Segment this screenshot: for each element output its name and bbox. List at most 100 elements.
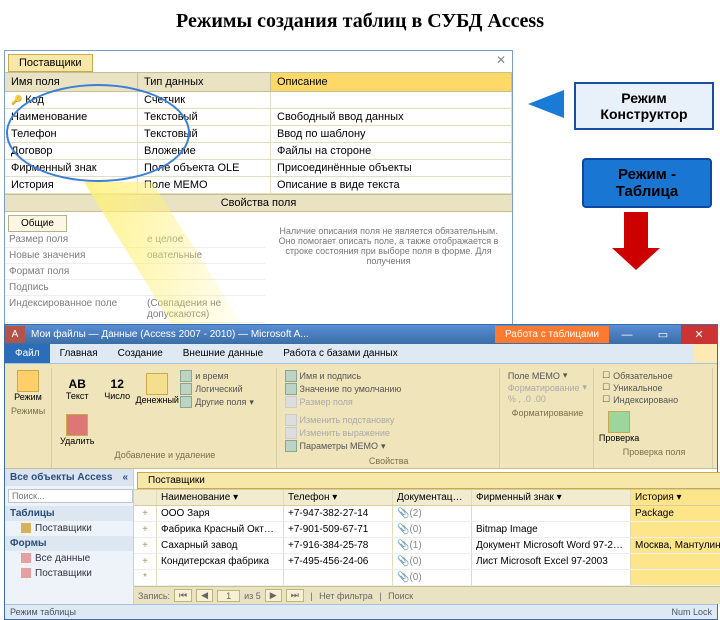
tab-external-data[interactable]: Внешние данные [173,344,273,363]
delete-field-button[interactable]: Удалить [60,414,94,446]
property-row[interactable]: Новые значенияовательные [5,248,265,264]
window-titlebar: A Мои файлы — Данные (Access 2007 - 2010… [5,325,717,344]
field-row[interactable]: ТелефонТекстовыйВвод по шаблону [5,126,512,143]
ribbon-tabs: Файл Главная Создание Внешние данные Раб… [5,344,717,364]
property-row[interactable]: Размер поляе целое [5,232,265,248]
nav-category-forms[interactable]: Формы [5,536,133,551]
prev-record-button[interactable]: ◀ [196,589,213,602]
tab-file[interactable]: Файл [5,344,50,363]
col-name[interactable]: Наименование ▾ [157,490,284,505]
memo-params-button[interactable]: Параметры MEMO ▾ [285,440,395,452]
ribbon-group-views: Режим Режимы [9,368,52,468]
minimize-button[interactable]: — [609,326,645,344]
col-field-name: Имя поля [5,73,138,91]
tab-home[interactable]: Главная [50,344,108,363]
field-row[interactable]: ДоговорВложениеФайлы на стороне [5,143,512,160]
datasheet-object-tab[interactable]: Поставщики [137,472,720,489]
designer-object-tab[interactable]: Поставщики [8,54,93,72]
record-position[interactable]: 1 [217,590,240,602]
property-row[interactable]: Индексированное поле(Совпадения не допус… [5,296,265,323]
name-caption-button[interactable]: Имя и подпись [285,370,402,382]
col-phone[interactable]: Телефон ▾ [284,490,393,505]
nav-header[interactable]: Все объекты Access« [5,469,133,486]
slide-title: Режимы создания таблиц в СУБД Access [0,0,720,37]
nav-item-table[interactable]: Поставщики [5,521,133,536]
tab-db-tools[interactable]: Работа с базами данных [273,344,408,363]
property-row[interactable]: Формат поля [5,264,265,280]
ribbon-group-properties: Имя и подпись Значение по умолчанию Разм… [283,368,500,468]
tab-create[interactable]: Создание [108,344,173,363]
datasheet-rows[interactable]: +ООО Заря+7-947-382-27-14📎(2)Package+Фаб… [134,506,720,586]
col-logo[interactable]: Фирменный знак ▾ [472,490,631,505]
field-row[interactable]: НаименованиеТекстовыйСвободный ввод данн… [5,109,512,126]
text-type-button[interactable]: ABТекст [60,377,94,401]
view-button[interactable]: Режим [11,370,45,402]
arrow-to-datasheet [624,212,648,250]
close-icon[interactable]: ✕ [490,51,512,69]
logical-button[interactable]: Логический [180,383,254,395]
col-docs[interactable]: Документация ▾ [393,490,472,505]
validation-button[interactable]: Проверка [602,411,636,443]
form-icon [21,568,31,578]
navigation-pane[interactable]: Все объекты Access« Таблицы Поставщики Ф… [5,469,134,604]
col-data-type: Тип данных [138,73,271,91]
table-row[interactable]: +Фабрика Красный Октябрь+7-901-509-67-71… [134,522,720,538]
properties-title: Свойства поля [5,194,512,212]
field-row[interactable]: Фирменный знакПоле объекта OLEПрисоединё… [5,160,512,177]
default-value-button[interactable]: Значение по умолчанию [285,383,402,395]
record-search-label: Поиск [388,591,413,601]
last-record-button[interactable]: ⏭ [286,589,304,602]
field-row[interactable]: 🔑КодСчетчик [5,92,512,109]
table-row[interactable]: +ООО Заря+7-947-382-27-14📎(2)Package [134,506,720,522]
ribbon: Режим Режимы ABТекст 12Число Денежный и … [5,364,717,469]
nav-item-form[interactable]: Все данные [5,551,133,566]
close-button[interactable]: ✕ [681,325,717,344]
filter-indicator[interactable]: Нет фильтра [319,591,373,601]
number-type-button[interactable]: 12Число [100,377,134,401]
arrow-to-designer [528,90,564,118]
more-fields-button[interactable]: Другие поля ▾ [180,396,254,408]
window-title: Мои файлы — Данные (Access 2007 - 2010) … [25,326,495,343]
field-row[interactable]: ИсторияПоле MEMOОписание в виде текста [5,177,512,194]
datetime-button[interactable]: и время [180,370,254,382]
tab-fields[interactable] [694,344,717,363]
nav-item-form[interactable]: Поставщики [5,566,133,581]
status-mode: Режим таблицы [10,607,76,617]
properties-tab-general[interactable]: Общие [8,215,67,232]
data-type-combo[interactable]: Поле MEMO ▾ [508,370,587,381]
search-input[interactable] [8,489,133,503]
table-row[interactable]: *📎(0) [134,570,720,586]
format-combo[interactable]: Форматирование ▾ [508,382,587,393]
number-format-icons[interactable]: % , .0 .00 [508,394,587,404]
field-size-button[interactable]: Размер поля [285,396,402,408]
ribbon-group-formatting: Поле MEMO ▾ Форматирование ▾ % , .0 .00 … [506,368,594,468]
status-numlock: Num Lock [671,607,712,617]
expand-column [134,490,157,505]
table-row[interactable]: +Кондитерская фабрика+7-495-456-24-06📎(0… [134,554,720,570]
table-row[interactable]: +Сахарный завод+7-916-384-25-78📎(1)Докум… [134,538,720,554]
col-description: Описание [271,73,512,91]
nav-search[interactable] [8,489,130,503]
property-row[interactable]: Подпись [5,280,265,296]
field-grid-header: Имя поля Тип данных Описание [5,72,512,92]
access-app-icon: A [5,326,25,343]
record-navigator[interactable]: Запись: ⏮ ◀ 1 из 5 ▶ ⏭ | Нет фильтра | П… [134,586,720,604]
status-bar: Режим таблицы Num Lock [5,604,717,619]
datasheet-header[interactable]: Наименование ▾ Телефон ▾ Документация ▾ … [134,489,720,506]
callout-design-mode: Режим Конструктор [574,82,714,130]
nav-category-tables[interactable]: Таблицы [5,506,133,521]
table-icon [21,523,31,533]
chevron-down-icon[interactable]: « [122,472,128,483]
currency-type-button[interactable]: Денежный [140,373,174,405]
col-history[interactable]: История ▾ [631,490,720,505]
required-check[interactable]: ☐ Обязательное [602,370,678,381]
contextual-tab-label: Работа с таблицами [495,326,609,343]
unique-check[interactable]: ☐ Уникальное [602,382,678,393]
next-record-button[interactable]: ▶ [265,589,282,602]
ribbon-group-add: ABТекст 12Число Денежный и время Логичес… [58,368,276,468]
indexed-check[interactable]: ☐ Индексировано [602,394,678,405]
first-record-button[interactable]: ⏮ [174,589,192,602]
field-grid[interactable]: 🔑КодСчетчикНаименованиеТекстовыйСвободны… [5,92,512,194]
maximize-button[interactable]: ▭ [645,325,681,344]
modify-expr-button: Изменить выражение [285,427,395,439]
